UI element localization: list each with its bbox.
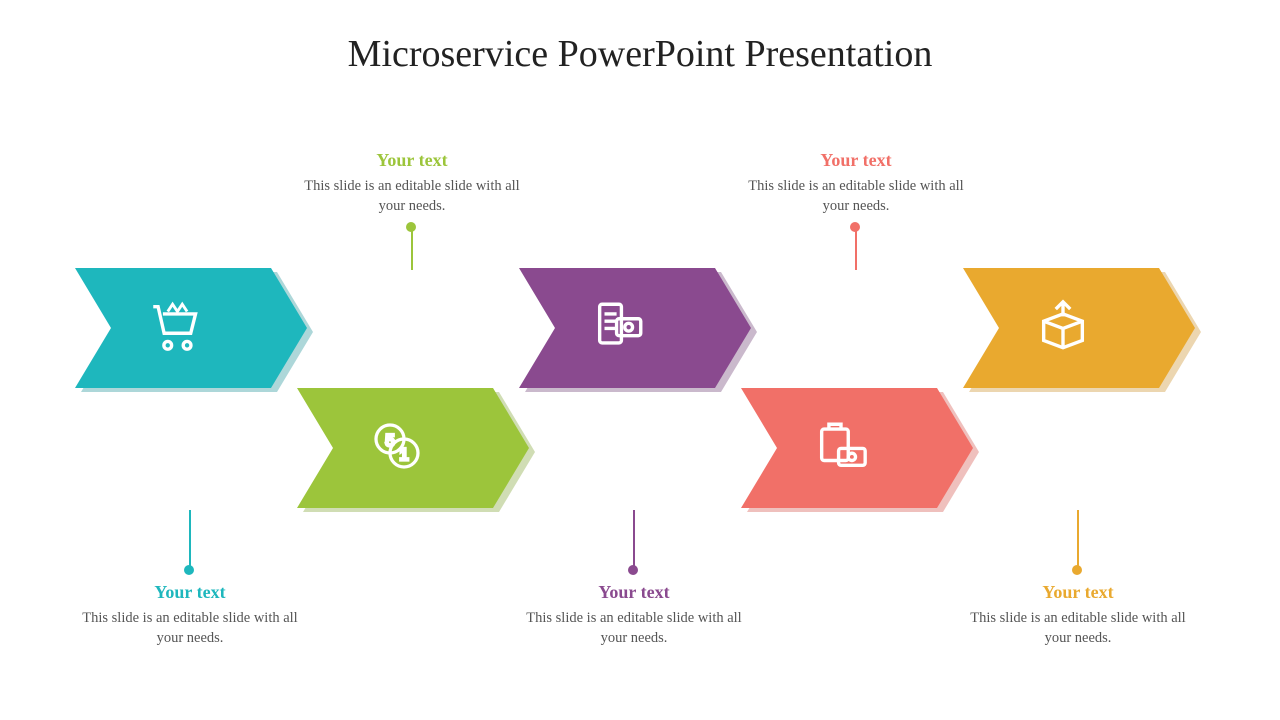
step-arrow-1: [75, 268, 307, 388]
callout-heading: Your text: [519, 582, 749, 603]
box-icon: [1034, 297, 1092, 360]
cart-icon: [146, 297, 204, 360]
connector-dot: [850, 222, 860, 232]
callout-step-2: Your text This slide is an editable slid…: [297, 150, 527, 216]
connector: [855, 230, 857, 270]
svg-text:1: 1: [399, 446, 408, 464]
step-arrow-3: [519, 268, 751, 388]
connector-dot: [1072, 565, 1082, 575]
callout-step-5: Your text This slide is an editable slid…: [963, 582, 1193, 648]
connector: [1077, 510, 1079, 570]
connector: [633, 510, 635, 570]
step-arrow-5: [963, 268, 1195, 388]
slide: Microservice PowerPoint Presentation 51: [0, 0, 1280, 720]
coins-icon: 51: [369, 418, 425, 479]
connector-dot: [628, 565, 638, 575]
callout-body: This slide is an editable slide with all…: [741, 177, 971, 216]
connector: [411, 230, 413, 270]
callout-body: This slide is an editable slide with all…: [75, 609, 305, 648]
callout-body: This slide is an editable slide with all…: [297, 177, 527, 216]
receipt-icon: [590, 297, 648, 360]
callout-heading: Your text: [741, 150, 971, 171]
connector-dot: [184, 565, 194, 575]
callout-step-3: Your text This slide is an editable slid…: [519, 582, 749, 648]
connector: [189, 510, 191, 570]
callout-heading: Your text: [297, 150, 527, 171]
callout-body: This slide is an editable slide with all…: [519, 609, 749, 648]
callout-body: This slide is an editable slide with all…: [963, 609, 1193, 648]
step-arrow-2: 51: [297, 388, 529, 508]
slide-title: Microservice PowerPoint Presentation: [0, 32, 1280, 76]
callout-step-1: Your text This slide is an editable slid…: [75, 582, 305, 648]
step-arrow-4: [741, 388, 973, 508]
bag-cash-icon: [812, 417, 870, 480]
callout-heading: Your text: [75, 582, 305, 603]
callout-step-4: Your text This slide is an editable slid…: [741, 150, 971, 216]
connector-dot: [406, 222, 416, 232]
callout-heading: Your text: [963, 582, 1193, 603]
svg-text:5: 5: [385, 432, 394, 450]
